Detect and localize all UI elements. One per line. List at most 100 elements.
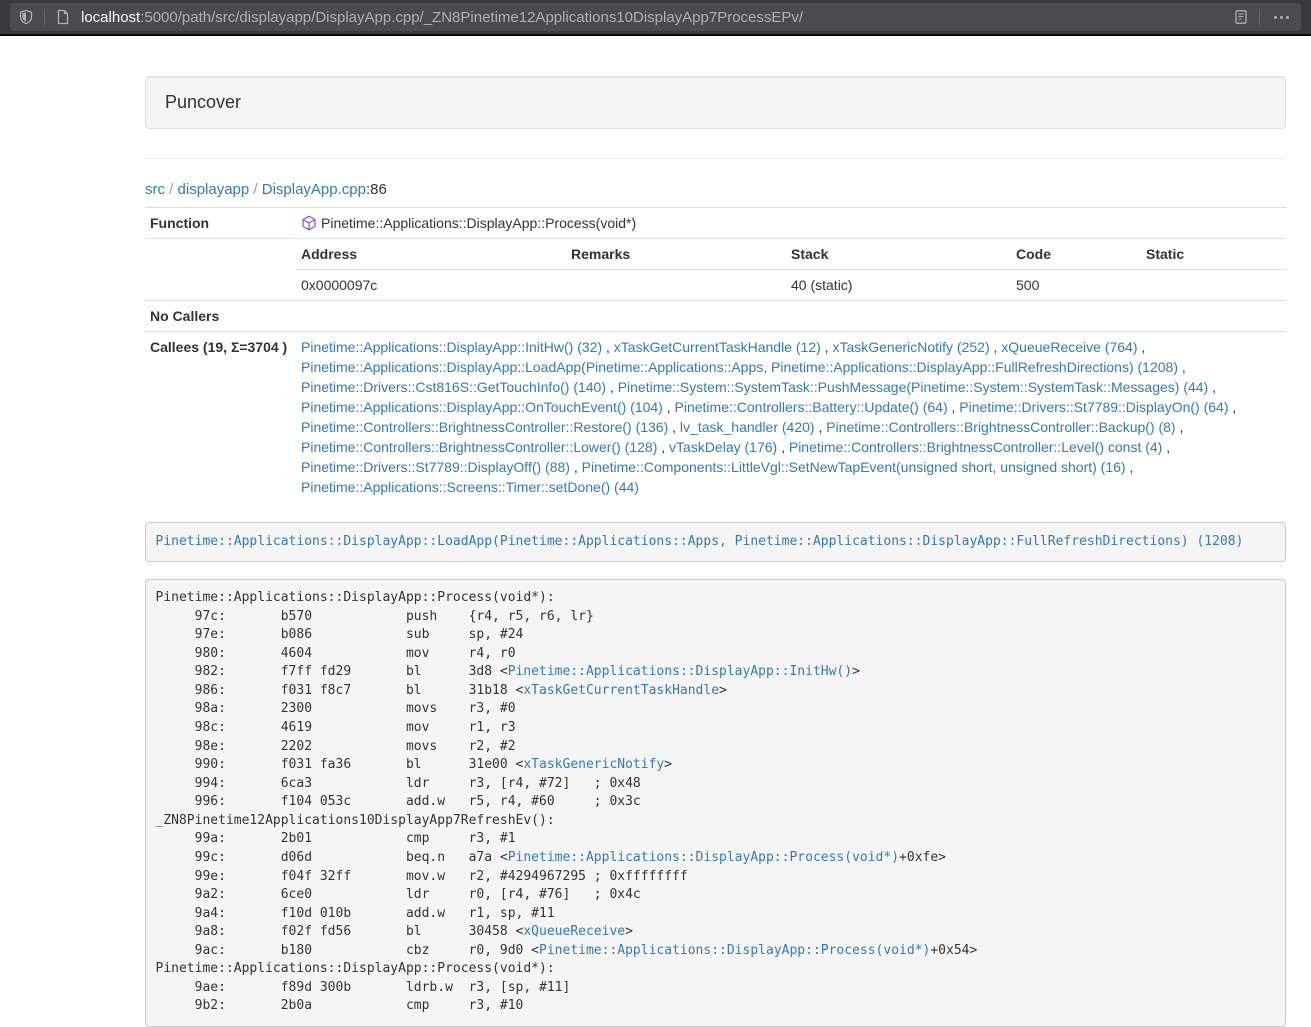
text-segment: 99c: d06d beq.n a7a < (156, 850, 508, 865)
package-cube-icon (301, 215, 317, 231)
asm-line: _ZN8Pinetime12Applications10DisplayApp7R… (156, 812, 1276, 831)
reader-mode-icon[interactable] (1233, 9, 1249, 25)
text-segment: +0x54> (930, 943, 977, 958)
url-bar[interactable]: localhost:5000/path/src/displayapp/Displ… (10, 3, 1301, 31)
callees-label: Callees (19, Σ=3704 ) (145, 332, 296, 503)
asm-line: 98a: 2300 movs r3, #0 (156, 700, 1276, 719)
callee-separator: , (657, 439, 669, 455)
callee-separator: , (602, 339, 614, 355)
url-path: :5000/path/src/displayapp/DisplayApp.cpp… (140, 9, 803, 26)
callee-separator: , (1126, 459, 1134, 475)
asm-symbol-link[interactable]: xTaskGenericNotify (523, 757, 664, 772)
stats-table: Address Remarks Stack Code Static 0x0000… (296, 239, 1286, 300)
callee-separator: , (663, 399, 675, 415)
callees-row: Callees (19, Σ=3704 ) Pinetime::Applicat… (145, 332, 1286, 503)
breadcrumb: src / displayapp / DisplayApp.cpp:86 (145, 179, 1286, 200)
empty-label-cell (145, 239, 296, 301)
text-segment: +0xfe> (899, 850, 946, 865)
app-header: Puncover (145, 76, 1286, 129)
address-value: 0x0000097c (296, 270, 566, 301)
asm-line: 98e: 2202 movs r2, #2 (156, 738, 1276, 757)
callee-separator: , (1137, 339, 1145, 355)
asm-symbol-link[interactable]: xTaskGetCurrentTaskHandle (523, 683, 719, 698)
callee-link[interactable]: Pinetime::System::SystemTask::PushMessag… (618, 379, 1209, 395)
asm-line: 9b2: 2b0a cmp r3, #10 (156, 997, 1276, 1016)
text-segment: / (249, 181, 262, 198)
callee-link[interactable]: Pinetime::Drivers::St7789::DisplayOff() … (301, 459, 570, 475)
callee-link[interactable]: Pinetime::Controllers::BrightnessControl… (826, 419, 1175, 435)
text-segment: _ZN8Pinetime12Applications10DisplayApp7R… (156, 813, 555, 828)
callee-link[interactable]: Pinetime::Drivers::St7789::DisplayOn() (… (959, 399, 1228, 415)
text-segment: 98a: 2300 movs r3, #0 (156, 701, 516, 716)
callee-separator: , (948, 399, 960, 415)
text-segment: > (664, 757, 672, 772)
stats-header-row: Address Remarks Stack Code Static (296, 239, 1286, 270)
text-segment: 97e: b086 sub sp, #24 (156, 627, 524, 642)
callee-link[interactable]: Pinetime::Applications::DisplayApp::Init… (301, 339, 602, 355)
callee-link[interactable]: Pinetime::Drivers::Cst816S::GetTouchInfo… (301, 379, 606, 395)
snippet-link[interactable]: Pinetime::Applications::DisplayApp::Load… (156, 534, 1244, 549)
stats-value-row: 0x0000097c 40 (static) 500 (296, 270, 1286, 301)
more-menu-icon[interactable] (1270, 16, 1293, 19)
stack-value: 40 (static) (786, 270, 1011, 301)
function-name-cell: Pinetime::Applications::DisplayApp::Proc… (296, 208, 1286, 239)
callee-link[interactable]: xQueueReceive (764) (1001, 339, 1137, 355)
text-segment: 9a2: 6ce0 ldr r0, [r4, #76] ; 0x4c (156, 887, 641, 902)
url-text[interactable]: localhost:5000/path/src/displayapp/Displ… (81, 9, 1233, 26)
divider (44, 9, 45, 25)
asm-line: 9ac: b180 cbz r0, 9d0 <Pinetime::Applica… (156, 942, 1276, 961)
caller-snippet: Pinetime::Applications::DisplayApp::Load… (145, 522, 1286, 562)
text-segment: 994: 6ca3 ldr r3, [r4, #72] ; 0x48 (156, 776, 641, 791)
asm-line: 97c: b570 push {r4, r5, r6, lr} (156, 608, 1276, 627)
stats-row: Address Remarks Stack Code Static 0x0000… (145, 239, 1286, 301)
asm-symbol-link[interactable]: Pinetime::Applications::DisplayApp::Proc… (539, 943, 930, 958)
callee-link[interactable]: Pinetime::Controllers::BrightnessControl… (301, 439, 657, 455)
function-table: Function Pinetime::Applications::Display… (145, 207, 1286, 502)
text-segment: 990: f031 fa36 bl 31e00 < (156, 757, 524, 772)
callee-link[interactable]: Pinetime::Components::LittleVgl::SetNewT… (582, 459, 1126, 475)
asm-line: Pinetime::Applications::DisplayApp::Proc… (156, 589, 1276, 608)
callee-link[interactable]: Pinetime::Applications::DisplayApp::Load… (301, 359, 1178, 375)
text-segment: 97c: b570 push {r4, r5, r6, lr} (156, 609, 594, 624)
callee-separator: , (990, 339, 1002, 355)
callee-separator: , (606, 379, 618, 395)
callee-link[interactable]: vTaskDelay (176) (669, 439, 777, 455)
callee-link[interactable]: Pinetime::Applications::DisplayApp::OnTo… (301, 399, 663, 415)
asm-line: 996: f104 053c add.w r5, r4, #60 ; 0x3c (156, 793, 1276, 812)
text-segment: 986: f031 f8c7 bl 31b18 < (156, 683, 524, 698)
shield-icon[interactable] (18, 9, 34, 25)
breadcrumb-link[interactable]: displayapp (178, 181, 250, 198)
callee-link[interactable]: Pinetime::Applications::Screens::Timer::… (301, 479, 639, 495)
col-static: Static (1141, 239, 1286, 270)
breadcrumb-link[interactable]: src (145, 181, 165, 198)
page-icon[interactable] (55, 9, 71, 25)
text-segment: 9b2: 2b0a cmp r3, #10 (156, 998, 524, 1013)
breadcrumb-link[interactable]: DisplayApp.cpp (262, 181, 366, 198)
asm-symbol-link[interactable]: xQueueReceive (523, 924, 625, 939)
callee-link[interactable]: Pinetime::Controllers::Battery::Update()… (675, 399, 948, 415)
asm-symbol-link[interactable]: Pinetime::Applications::DisplayApp::Proc… (508, 850, 899, 865)
asm-line: 982: f7ff fd29 bl 3d8 <Pinetime::Applica… (156, 663, 1276, 682)
callee-link[interactable]: xTaskGenericNotify (252) (832, 339, 989, 355)
col-code: Code (1011, 239, 1141, 270)
static-value (1141, 270, 1286, 301)
asm-line: 99e: f04f 32ff mov.w r2, #4294967295 ; 0… (156, 868, 1276, 887)
text-segment: 9a8: f02f fd56 bl 30458 < (156, 924, 524, 939)
callee-link[interactable]: Pinetime::Controllers::BrightnessControl… (789, 439, 1162, 455)
asm-line: 98c: 4619 mov r1, r3 (156, 719, 1276, 738)
callee-separator: , (570, 459, 582, 475)
text-segment: / (165, 181, 178, 198)
app-title-link[interactable]: Puncover (165, 92, 241, 112)
callee-link[interactable]: Pinetime::Controllers::BrightnessControl… (301, 419, 668, 435)
callee-link[interactable]: lv_task_handler (420) (680, 419, 815, 435)
asm-symbol-link[interactable]: Pinetime::Applications::DisplayApp::Init… (508, 664, 852, 679)
text-segment: 9a4: f10d 010b add.w r1, sp, #11 (156, 906, 555, 921)
asm-line: 99a: 2b01 cmp r3, #1 (156, 830, 1276, 849)
callee-separator: , (821, 339, 833, 355)
callee-separator: , (1178, 359, 1186, 375)
callers-cell (296, 301, 1286, 332)
asm-line: 9a8: f02f fd56 bl 30458 <xQueueReceive> (156, 923, 1276, 942)
text-segment: Pinetime::Applications::DisplayApp::Proc… (156, 590, 555, 605)
callee-link[interactable]: xTaskGetCurrentTaskHandle (12) (614, 339, 821, 355)
asm-line: 980: 4604 mov r4, r0 (156, 645, 1276, 664)
